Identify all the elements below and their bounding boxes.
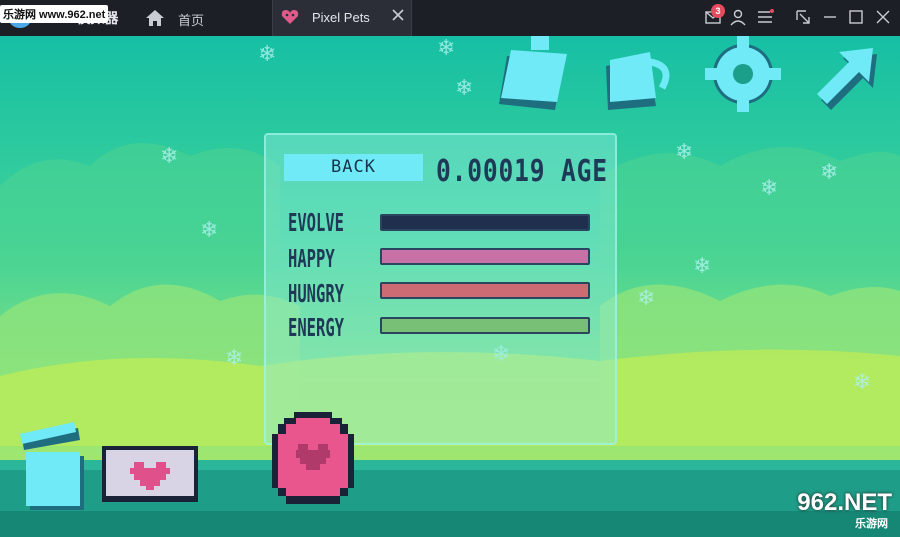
stat-bar-fill <box>382 284 588 297</box>
bottle-icon[interactable] <box>495 36 575 112</box>
snowflake-icon: ❄ <box>455 76 474 101</box>
mail-badge: 3 <box>711 4 725 18</box>
stat-bar-energy <box>380 317 590 334</box>
title-bar: MuMu模拟器 乐游网 www.962.net 首页 Pixel Pets 3 <box>0 0 900 36</box>
home-tab-label[interactable]: 首页 <box>178 10 204 29</box>
stat-bar-hungry <box>380 282 590 299</box>
snowflake-icon: ❄ <box>853 370 872 395</box>
mug-icon[interactable] <box>598 36 678 112</box>
stat-label-happy: HAPPY <box>288 244 335 273</box>
watermark-logo: 962.NET <box>797 489 892 516</box>
ground-shadow <box>0 511 900 537</box>
arrow-icon[interactable] <box>807 36 887 112</box>
pin-icon[interactable] <box>794 8 812 26</box>
tab-pixel-pets[interactable]: Pixel Pets <box>272 0 412 36</box>
stat-bar-fill <box>382 216 387 229</box>
snowflake-icon: ❄ <box>675 140 694 165</box>
watermark-sub: 乐游网 <box>855 518 888 530</box>
snowflake-icon: ❄ <box>437 36 456 61</box>
snowflake-icon: ❄ <box>225 346 244 371</box>
game-viewport[interactable]: ❄ ❄ ❄ ❄ ❄ ❄ ❄ ❄ ❄ ❄ ❄ ❄ ❄ BACK 0.00019 A… <box>0 36 900 537</box>
stat-bar-fill <box>382 250 588 263</box>
home-icon[interactable] <box>145 8 165 28</box>
trash-icon[interactable] <box>20 414 90 514</box>
stat-label-energy: ENERGY <box>288 313 344 342</box>
snowflake-icon: ❄ <box>760 176 779 201</box>
tab-label: Pixel Pets <box>312 10 370 25</box>
pet-age: 0.00019 AGE <box>436 154 608 189</box>
gear-icon[interactable] <box>703 36 783 112</box>
close-icon[interactable] <box>391 8 405 22</box>
menu-icon[interactable] <box>756 8 774 26</box>
snowflake-icon: ❄ <box>637 286 656 311</box>
stat-bar-happy <box>380 248 590 265</box>
stat-bar-fill <box>382 319 588 332</box>
stat-label-hungry: HUNGRY <box>288 279 344 308</box>
window-close-icon[interactable] <box>874 8 892 26</box>
snowflake-icon: ❄ <box>258 42 277 67</box>
snowflake-icon: ❄ <box>160 144 179 169</box>
snowflake-icon: ❄ <box>200 218 219 243</box>
pet-egg-icon[interactable] <box>272 412 354 504</box>
minimize-icon[interactable] <box>821 8 839 26</box>
maximize-icon[interactable] <box>847 8 865 26</box>
stat-bar-evolve <box>380 214 590 231</box>
stat-label-evolve: EVOLVE <box>288 208 344 237</box>
pet-heart-icon <box>279 6 301 28</box>
watermark-top: 乐游网 www.962.net <box>0 5 109 23</box>
user-icon[interactable] <box>729 8 747 26</box>
back-button[interactable]: BACK <box>284 154 423 181</box>
heart-tray-icon[interactable] <box>102 446 198 502</box>
snowflake-icon: ❄ <box>693 254 712 279</box>
snowflake-icon: ❄ <box>820 160 839 185</box>
